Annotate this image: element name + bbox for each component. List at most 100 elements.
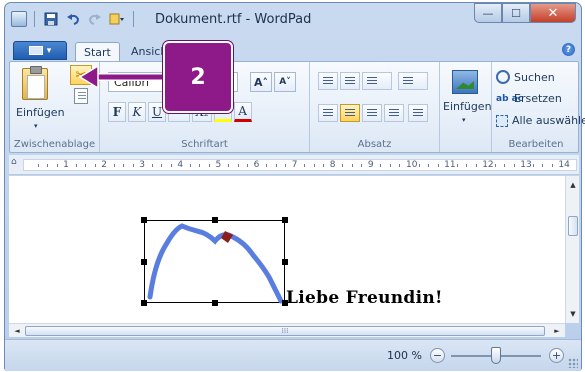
ruler-tick — [475, 164, 477, 167]
resize-handle[interactable] — [141, 259, 147, 265]
increase-indent-button[interactable] — [340, 72, 360, 90]
ruler-tick — [199, 164, 201, 167]
ruler-tick — [237, 164, 239, 167]
ruler-tick — [247, 164, 249, 167]
zoom-level: 100 % — [387, 349, 422, 362]
toolbar-separator — [34, 11, 35, 27]
ruler-tick — [275, 164, 277, 167]
zoom-out-button[interactable]: − — [430, 348, 445, 363]
group-label-clipboard: Zwischenablage — [13, 139, 96, 150]
ruler-number: 2 — [101, 160, 107, 170]
chevron-down-icon[interactable]: ▾ — [34, 122, 38, 130]
line-spacing-button[interactable] — [398, 72, 428, 90]
indent-marker-icon[interactable]: ⌂ — [11, 157, 17, 167]
ruler-tick — [94, 164, 96, 167]
selected-drawing-image[interactable] — [141, 217, 288, 306]
save-icon[interactable] — [42, 10, 60, 28]
resize-handle[interactable] — [141, 300, 147, 306]
bullet-list-button[interactable] — [362, 72, 392, 90]
horizontal-scroll-thumb[interactable]: ⁞⁞⁞ — [25, 326, 545, 336]
ruler-number: 10 — [406, 160, 418, 170]
ruler-tick — [351, 164, 353, 167]
ruler-number: 11 — [444, 160, 456, 170]
wordpad-window: Dokument.rtf - WordPad — ☐ ✕ ▾ Start Ans… — [4, 2, 585, 371]
resize-handle[interactable] — [282, 259, 288, 265]
zoom-slider-thumb[interactable] — [491, 347, 501, 364]
tab-start[interactable]: Start — [75, 42, 120, 61]
ruler-tick — [389, 164, 391, 167]
bold-button[interactable]: F — [108, 102, 126, 122]
justify-button[interactable] — [384, 104, 404, 122]
select-all-button[interactable]: Alle auswählen — [496, 114, 585, 127]
ruler-track: 1 2 3 4 5 6 7 8 9 10 11 12 13 14 — [23, 159, 577, 171]
group-editing: Suchen ab ac Ersetzen Alle auswählen Bea… — [492, 62, 585, 152]
group-clipboard: Einfügen ▾ ✂ Zwischenablage — [10, 62, 100, 152]
help-icon[interactable]: ? — [562, 43, 575, 56]
paragraph-settings-button[interactable] — [408, 104, 428, 122]
align-center-button[interactable] — [340, 104, 360, 122]
binoculars-icon — [496, 70, 510, 84]
undo-icon[interactable] — [64, 10, 82, 28]
decrease-indent-button[interactable] — [318, 72, 338, 90]
redo-icon[interactable] — [86, 10, 104, 28]
app-menu-icon — [28, 46, 43, 55]
select-all-label: Alle auswählen — [512, 114, 585, 127]
horizontal-scrollbar[interactable]: ◄ ⁞⁞⁞ ► — [9, 323, 565, 337]
ribbon: Einfügen ▾ ✂ Zwischenablage Calibri A˄ A… — [9, 61, 585, 153]
maximize-button[interactable]: ☐ — [502, 3, 530, 23]
ruler[interactable]: ⌂ 1 2 3 4 5 6 7 8 9 10 11 12 13 14 — [9, 155, 579, 175]
select-all-icon — [496, 114, 508, 127]
resize-grip-icon[interactable] — [568, 358, 578, 368]
align-right-button[interactable] — [362, 104, 382, 122]
scroll-up-icon[interactable]: ▲ — [566, 178, 580, 192]
customize-icon[interactable] — [108, 10, 126, 28]
italic-button[interactable]: K — [128, 102, 146, 122]
zoom-in-button[interactable]: + — [549, 348, 564, 363]
resize-handle[interactable] — [212, 300, 218, 306]
ruler-tick — [428, 164, 430, 167]
replace-button[interactable]: ab ac Ersetzen — [496, 92, 562, 105]
wordpad-app-icon[interactable] — [11, 11, 27, 27]
document-area[interactable]: Liebe Freundin! — [9, 176, 565, 323]
cut-button[interactable]: ✂ — [70, 65, 92, 85]
ruler-tick — [551, 164, 553, 167]
vertical-scroll-thumb[interactable] — [568, 216, 578, 236]
ruler-number: 13 — [520, 160, 532, 170]
ruler-number: 8 — [329, 160, 336, 170]
toolbar-separator — [133, 11, 134, 27]
resize-handle[interactable] — [212, 217, 218, 223]
resize-handle[interactable] — [282, 217, 288, 223]
paste-icon[interactable] — [22, 66, 48, 100]
chevron-down-icon[interactable]: ▾ — [462, 116, 466, 124]
ribbon-tab-row: ▾ Start Ansicht ? — [5, 39, 581, 61]
ruler-tick — [418, 164, 420, 167]
grow-font-button[interactable]: A˄ — [250, 72, 272, 92]
shrink-font-button[interactable]: A˅ — [274, 72, 296, 92]
scroll-right-icon[interactable]: ► — [550, 324, 564, 338]
scroll-down-icon[interactable]: ▼ — [566, 307, 580, 321]
window-controls: — ☐ ✕ — [474, 3, 576, 23]
copy-icon[interactable] — [74, 88, 88, 104]
paste-button-label[interactable]: Einfügen — [16, 106, 65, 119]
vertical-scrollbar[interactable]: ▲ ▼ — [565, 176, 579, 323]
app-menu-button[interactable]: ▾ — [13, 41, 67, 60]
minimize-button[interactable]: — — [474, 3, 502, 23]
ruler-tick — [37, 164, 39, 167]
document-text[interactable]: Liebe Freundin! — [286, 288, 443, 308]
group-label-editing: Bearbeiten — [508, 139, 564, 150]
close-button[interactable]: ✕ — [530, 3, 576, 23]
scissors-icon: ✂ — [75, 67, 87, 83]
ruler-tick — [161, 164, 163, 167]
ruler-tick — [85, 164, 87, 167]
ruler-tick — [380, 164, 382, 167]
scroll-left-icon[interactable]: ◄ — [10, 324, 24, 338]
picture-icon[interactable] — [452, 70, 478, 94]
insert-button-label[interactable]: Einfügen — [443, 100, 492, 113]
resize-handle[interactable] — [141, 217, 147, 223]
group-label-paragraph: Absatz — [357, 139, 392, 150]
find-button[interactable]: Suchen — [496, 70, 555, 84]
align-left-button[interactable] — [318, 104, 338, 122]
title-bar: Dokument.rtf - WordPad — ☐ ✕ — [5, 3, 581, 37]
font-color-button[interactable]: A — [233, 102, 252, 122]
replace-icon: ab ac — [496, 93, 524, 104]
